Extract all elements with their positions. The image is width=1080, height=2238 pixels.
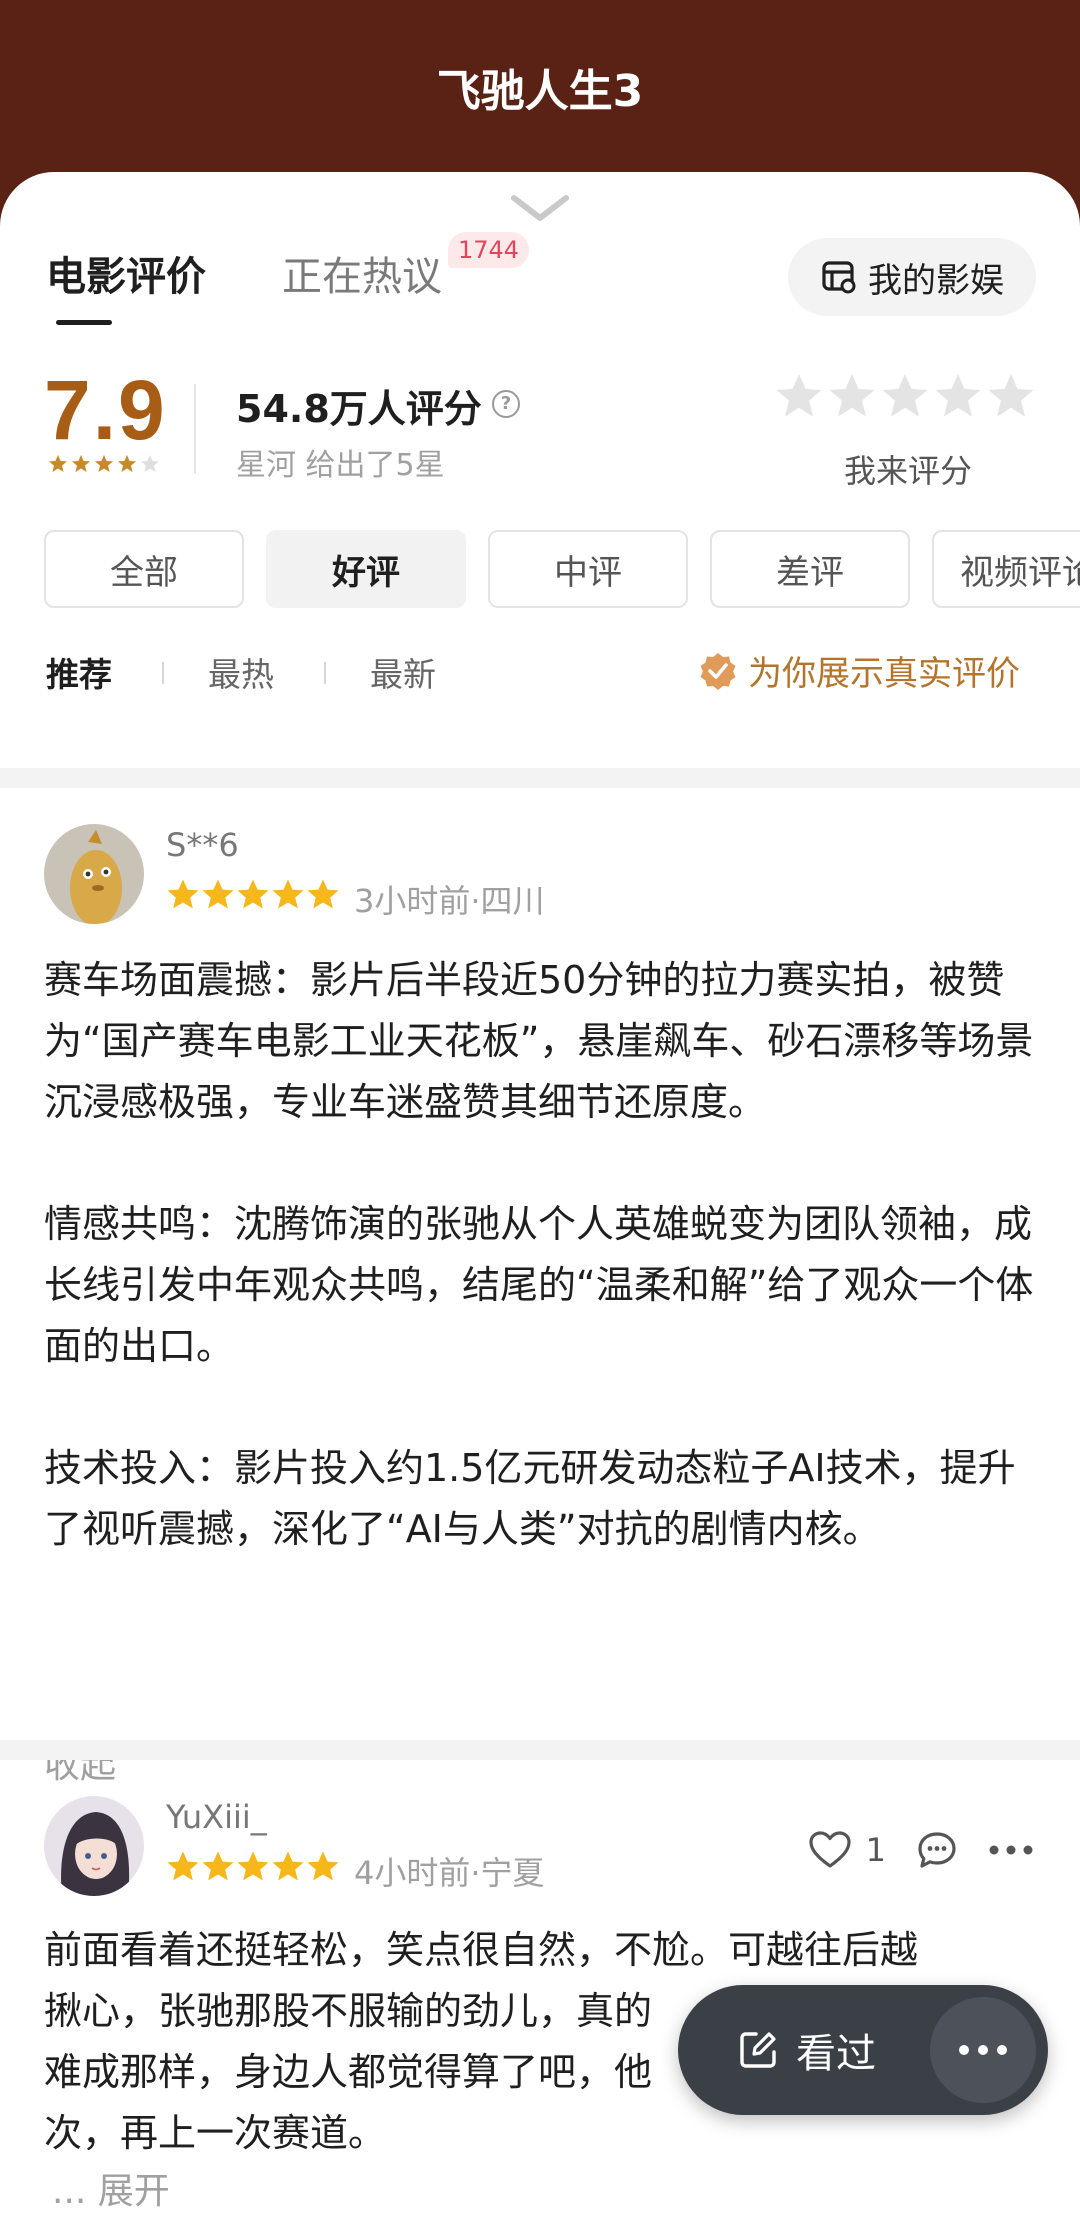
help-icon[interactable]: ? [492,390,520,418]
avatar-bird-icon [44,824,144,924]
section-divider [0,1740,1080,1760]
expand-link[interactable]: ... 展开 [52,2162,170,2214]
edit-square-icon [740,2032,776,2068]
review-time-location: 4小时前·宁夏 [354,1854,545,1892]
friend-rating-note: 星河 给出了5星 [236,448,445,483]
filter-neutral[interactable]: 中评 [488,530,688,608]
mark-seen-label: 看过 [796,2031,876,2077]
tab-movie-reviews[interactable]: 电影评价 [46,244,206,302]
rate-stars-icon[interactable] [776,372,1040,422]
review-text: 赛车场面震撼：影片后半段近50分钟的拉力赛实拍，被赞为“国产赛车电影工业天花板”… [44,950,1040,1560]
filter-positive[interactable]: 好评 [266,530,466,608]
reviewer-name[interactable]: S**6 [166,826,239,864]
review-paragraph: 赛车场面震撼：影片后半段近50分钟的拉力赛实拍，被赞为“国产赛车电影工业天花板”… [44,958,1034,1124]
sort-separator [162,662,164,684]
review-paragraph: 技术投入：影片投入约1.5亿元研发动态粒子AI技术，提升了视听震撼，深化了“AI… [44,1446,1016,1551]
movie-title: 飞驰人生3 [436,66,644,117]
reviews-sheet: 电影评价 正在热议 1744 我的影娱 7.9 54.8万人评分 ? 星河 给出… [0,172,1080,2238]
review-time-location: 3小时前·四川 [354,882,545,920]
more-dots-icon [959,2045,1007,2055]
review-card: S**6 3小时前·四川 赛车场面震撼：影片后半段近50分钟的拉力赛实拍，被赞为… [0,824,1080,1884]
active-tab-indicator [56,320,112,325]
avatar[interactable] [44,1796,144,1896]
score-stars-icon [49,455,159,472]
section-divider [0,768,1080,788]
rating-divider [194,384,196,474]
filter-negative[interactable]: 差评 [710,530,910,608]
filter-all[interactable]: 全部 [44,530,244,608]
avatar[interactable] [44,824,144,924]
top-bar: 飞驰人生3 [0,0,1080,190]
tab-hot-discussion[interactable]: 正在热议 [282,244,442,302]
filter-video[interactable]: 视频评论 [932,530,1080,608]
floating-more-button[interactable] [930,1997,1036,2103]
sort-hottest[interactable]: 最热 [208,648,274,696]
real-reviews-label: 为你展示真实评价 [748,654,1020,694]
review-paragraph: 情感共鸣：沈腾饰演的张驰从个人英雄蜕变为团队领袖，成长线引发中年观众共鸣，结尾的… [44,1202,1034,1368]
ticket-icon [822,261,856,294]
sort-separator [324,662,326,684]
real-reviews-note: 为你展示真实评价 [698,646,1020,695]
review-stars-icon [167,1851,339,1881]
rating-count: 54.8万人评分 [236,387,482,431]
my-entertainment-button[interactable]: 我的影娱 [788,238,1036,316]
average-score: 7.9 [44,363,167,457]
mark-seen-button[interactable]: 看过 [736,2021,876,2079]
my-entertainment-label: 我的影娱 [868,260,1004,301]
reviewer-name[interactable]: YuXiii_ [166,1798,267,1836]
review-line: 前面看着还挺轻松，笑点很自然，不尬。可越往后越 [44,1928,919,1972]
review-stars-icon [167,879,339,909]
sort-recommended[interactable]: 推荐 [46,648,112,696]
collapse-sheet-chevron-icon[interactable] [510,194,570,222]
floating-action-bar: 看过 [678,1985,1048,2115]
sort-newest[interactable]: 最新 [370,648,436,696]
avatar-girl-icon [44,1796,144,1896]
verified-badge-icon [700,652,736,690]
hot-discussion-count-badge: 1744 [448,232,530,268]
rate-movie-label[interactable]: 我来评分 [844,446,972,492]
